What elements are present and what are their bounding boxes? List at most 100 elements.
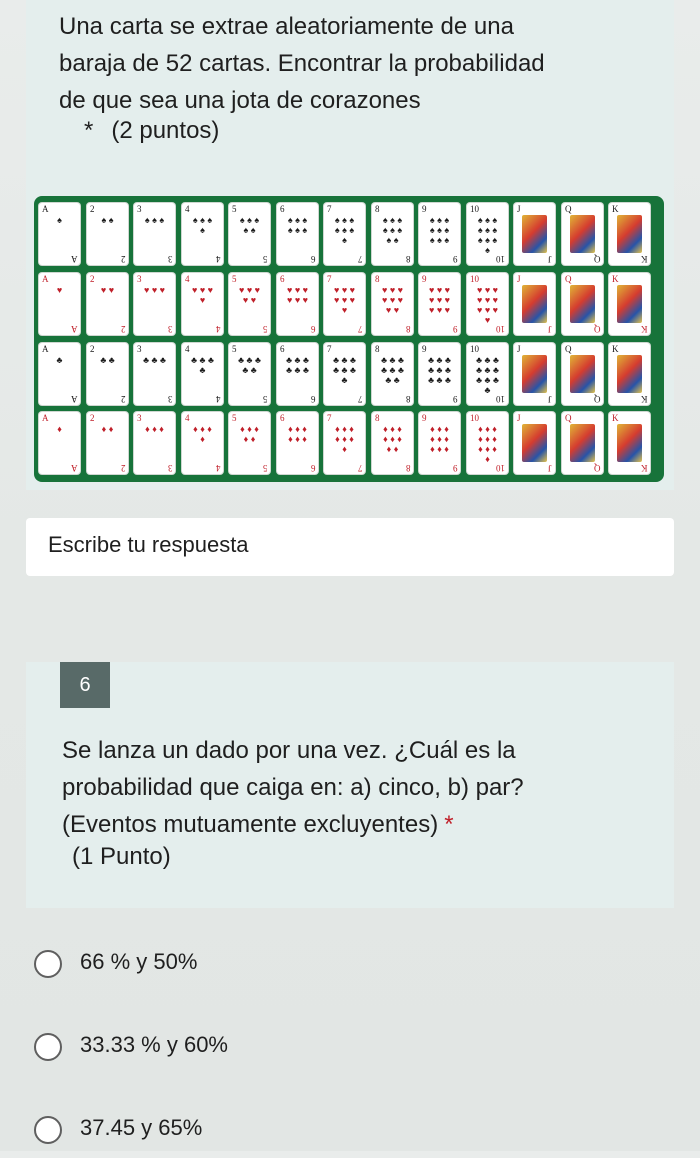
card-pips: ♠ ♠ ♠ ♠ ♠ ♠ — [287, 215, 308, 235]
card-rank: Q — [565, 344, 572, 354]
playing-card: A ♠ A — [39, 203, 80, 265]
card-rank: 9 — [422, 344, 427, 354]
card-pips: ♣ ♣ ♣ ♣ ♣ — [238, 355, 261, 375]
radio-button[interactable] — [34, 1033, 62, 1061]
playing-card: 5 ♠ ♠ ♠ ♠ ♠ 5 — [229, 203, 270, 265]
card-rank: 8 — [375, 344, 380, 354]
playing-card: QQ — [562, 273, 603, 335]
card-rank: 3 — [137, 204, 142, 214]
card-rank: 7 — [357, 463, 363, 473]
option-label: 66 % y 50% — [80, 949, 198, 974]
card-rank: 5 — [232, 274, 237, 284]
card-rank: 5 — [262, 324, 268, 334]
card-rank: 7 — [327, 274, 332, 284]
card-rank: 8 — [375, 274, 380, 284]
card-rank: 5 — [262, 463, 268, 473]
option-3[interactable]: 37.45 y 65% — [34, 1114, 434, 1158]
card-rank: 6 — [310, 394, 316, 404]
card-pips: ♦ ♦ ♦ — [145, 424, 164, 434]
card-rank: 6 — [280, 344, 285, 354]
card-rank: A — [70, 254, 78, 264]
card-pips: ♣ ♣ ♣ ♣ ♣ ♣ ♣ — [333, 355, 356, 385]
card-rank: J — [517, 344, 521, 354]
card-rank: 2 — [90, 413, 95, 423]
card-pips: ♥ ♥ ♥ ♥ — [191, 285, 214, 305]
card-rank: 4 — [215, 324, 221, 334]
playing-card: 9 ♦ ♦ ♦ ♦ ♦ ♦ ♦ ♦ ♦ 9 — [419, 412, 460, 474]
playing-card: 9 ♥ ♥ ♥ ♥ ♥ ♥ ♥ ♥ ♥ 9 — [419, 273, 460, 335]
face-card-illustration — [570, 355, 595, 393]
card-pips: ♦ ♦ ♦ ♦ ♦ ♦ — [288, 424, 307, 444]
question-1-points: * (2 puntos) — [84, 117, 219, 145]
card-rank: 8 — [405, 254, 411, 264]
question-2-line: (Eventos mutuamente excluyentes) * — [62, 806, 662, 843]
card-rank: 10 — [496, 324, 505, 334]
playing-card: 2 ♠ ♠ 2 — [87, 203, 128, 265]
card-rank: A — [70, 394, 78, 404]
card-pips: ♣ ♣ — [100, 355, 115, 365]
card-rank: 7 — [327, 344, 332, 354]
playing-card: 4 ♣ ♣ ♣ ♣ 4 — [182, 343, 223, 405]
card-pips: ♠ ♠ ♠ — [144, 215, 165, 225]
card-rank: K — [640, 324, 648, 334]
card-rank: J — [548, 463, 552, 473]
card-rank: 8 — [405, 394, 411, 404]
face-card-illustration — [617, 355, 642, 393]
playing-card: 4 ♠ ♠ ♠ ♠ 4 — [182, 203, 223, 265]
card-rank: K — [612, 413, 619, 423]
playing-card: 7 ♠ ♠ ♠ ♠ ♠ ♠ ♠ 7 — [324, 203, 365, 265]
card-pips: ♣ ♣ ♣ ♣ — [191, 355, 214, 375]
radio-button[interactable] — [34, 1116, 62, 1144]
card-pips: ♦ ♦ ♦ ♦ ♦ ♦ ♦ ♦ ♦ — [430, 424, 449, 454]
radio-button[interactable] — [34, 950, 62, 978]
card-rank: A — [42, 204, 49, 214]
playing-card: 2 ♦ ♦ 2 — [87, 412, 128, 474]
card-pips: ♣ ♣ ♣ — [143, 355, 166, 365]
card-rank: K — [640, 254, 648, 264]
card-rank: J — [548, 394, 552, 404]
face-card-illustration — [617, 285, 642, 323]
option-label: 37.45 y 65% — [80, 1115, 203, 1140]
card-rank: 10 — [470, 344, 479, 354]
playing-card: 3 ♠ ♠ ♠ 3 — [134, 203, 175, 265]
card-pips: ♠ ♠ ♠ ♠ ♠ ♠ ♠ ♠ — [382, 215, 403, 245]
card-row: A ♦ A 2 ♦ ♦ 2 3 ♦ ♦ ♦ 3 4 ♦ ♦ ♦ ♦ 4 5 ♦ ♦ ♦ ♦ ♦ 5 6 ♦ ♦ … — [39, 412, 659, 476]
card-rank: 3 — [167, 324, 173, 334]
card-pips: ♣ ♣ ♣ ♣ ♣ ♣ ♣ ♣ ♣ — [428, 355, 451, 385]
card-rank: Q — [565, 274, 572, 284]
playing-card: 10 ♦ ♦ ♦ ♦ ♦ ♦ ♦ ♦ ♦ ♦ 10 — [467, 412, 508, 474]
card-pips: ♣ ♣ ♣ ♣ ♣ ♣ ♣ ♣ ♣ ♣ — [476, 355, 499, 395]
card-pips: ♦ ♦ ♦ ♦ ♦ ♦ ♦ — [335, 424, 354, 454]
card-rank: 2 — [120, 324, 126, 334]
option-1[interactable]: 66 % y 50% — [34, 948, 434, 992]
card-rank: 2 — [90, 344, 95, 354]
face-card-illustration — [522, 215, 547, 253]
card-pips: ♣ ♣ ♣ ♣ ♣ ♣ ♣ ♣ — [381, 355, 404, 385]
playing-card: 7 ♦ ♦ ♦ ♦ ♦ ♦ ♦ 7 — [324, 412, 365, 474]
card-rank: 7 — [357, 394, 363, 404]
answer-input[interactable]: Escribe tu respuesta — [26, 518, 674, 576]
card-rank: 4 — [215, 394, 221, 404]
face-card-illustration — [570, 424, 595, 462]
card-pips: ♥ ♥ ♥ ♥ ♥ ♥ — [286, 285, 309, 305]
card-rank: 9 — [422, 274, 427, 284]
card-pips: ♠ ♠ ♠ ♠ ♠ ♠ ♠ ♠ ♠ — [429, 215, 450, 245]
card-pips: ♥ ♥ ♥ — [143, 285, 166, 295]
card-rank: Q — [593, 324, 601, 334]
card-rank: 3 — [167, 394, 173, 404]
required-asterisk: * — [444, 811, 454, 838]
playing-card: 10 ♣ ♣ ♣ ♣ ♣ ♣ ♣ ♣ ♣ ♣ 10 — [467, 343, 508, 405]
card-pips: ♦ ♦ ♦ ♦ ♦ ♦ ♦ ♦ — [383, 424, 402, 454]
playing-card: 6 ♣ ♣ ♣ ♣ ♣ ♣ 6 — [277, 343, 318, 405]
playing-card: 5 ♦ ♦ ♦ ♦ ♦ 5 — [229, 412, 270, 474]
card-rank: 5 — [232, 204, 237, 214]
card-pips: ♥ ♥ ♥ ♥ ♥ ♥ ♥ ♥ ♥ — [428, 285, 451, 315]
card-pips: ♦ ♦ ♦ ♦ ♦ ♦ ♦ ♦ ♦ ♦ — [478, 424, 497, 464]
card-rank: 5 — [262, 254, 268, 264]
question-2-points: (1 Punto) — [72, 843, 171, 870]
playing-card: KK — [609, 203, 650, 265]
card-pips: ♠ ♠ ♠ ♠ — [192, 215, 213, 235]
option-2[interactable]: 33.33 % y 60% — [34, 1031, 434, 1075]
card-pips: ♣ — [56, 355, 63, 365]
playing-card: A ♦ A — [39, 412, 80, 474]
